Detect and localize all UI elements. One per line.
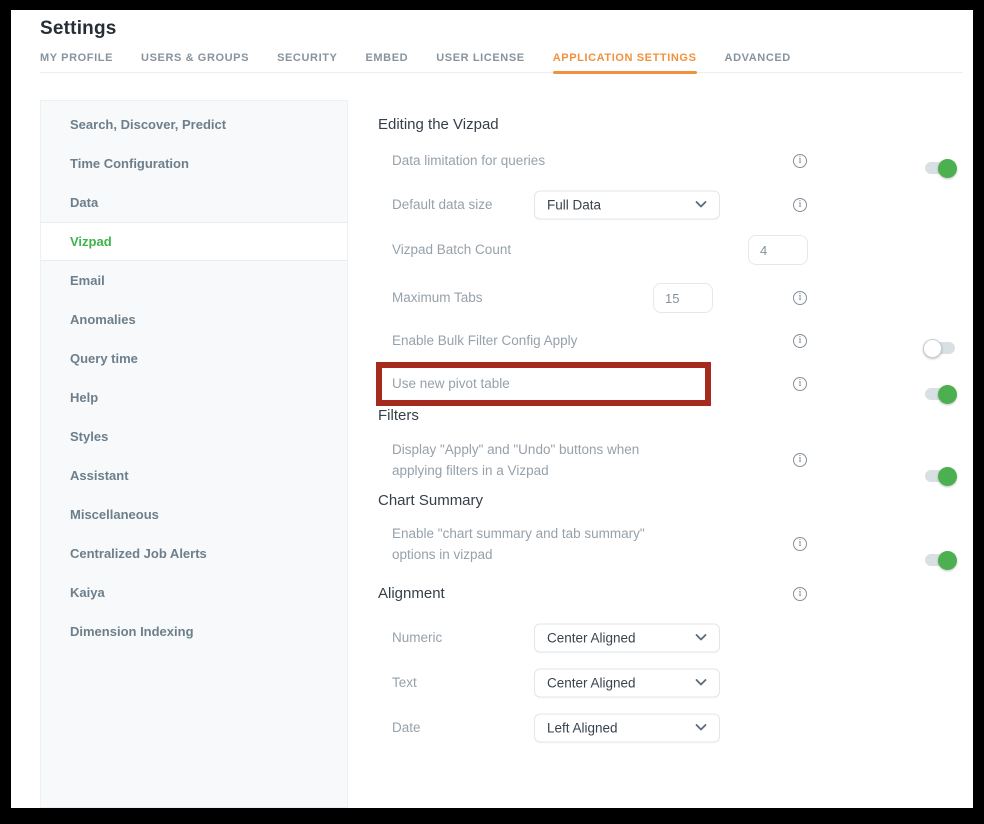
setting-label: Enable Bulk Filter Config Apply xyxy=(378,330,654,352)
setting-label: Maximum Tabs xyxy=(378,287,654,309)
sidebar-item-time-configuration[interactable]: Time Configuration xyxy=(41,144,347,183)
setting-row-apply-undo-buttons: Display "Apply" and "Undo" buttons when … xyxy=(378,438,830,482)
sidebar-item-help[interactable]: Help xyxy=(41,378,347,417)
settings-sidebar: Search, Discover, Predict Time Configura… xyxy=(40,100,348,808)
tab-advanced[interactable]: ADVANCED xyxy=(725,46,791,73)
info-icon[interactable] xyxy=(793,154,807,168)
chevron-down-icon xyxy=(695,679,707,687)
vizpad-batch-count-input[interactable] xyxy=(748,235,808,265)
setting-row-numeric-alignment: Numeric Center Aligned xyxy=(378,623,830,652)
sidebar-item-email[interactable]: Email xyxy=(41,261,347,300)
sidebar-item-assistant[interactable]: Assistant xyxy=(41,456,347,495)
info-icon[interactable] xyxy=(793,537,807,551)
selected-value: Left Aligned xyxy=(547,720,618,735)
pivot-table-toggle[interactable] xyxy=(925,388,955,400)
section-heading-chart-summary: Chart Summary xyxy=(378,492,483,509)
selected-value: Full Data xyxy=(547,197,601,212)
info-icon[interactable] xyxy=(793,334,807,348)
info-icon[interactable] xyxy=(793,453,807,467)
setting-label: Enable "chart summary and tab summary" o… xyxy=(378,523,654,566)
sidebar-item-dimension-indexing[interactable]: Dimension Indexing xyxy=(41,612,347,651)
selected-value: Center Aligned xyxy=(547,630,636,645)
info-icon[interactable] xyxy=(793,377,807,391)
setting-label: Display "Apply" and "Undo" buttons when … xyxy=(378,439,654,482)
tab-users-groups[interactable]: USERS & GROUPS xyxy=(141,46,249,73)
section-heading-editing-the-vizpad: Editing the Vizpad xyxy=(378,116,499,133)
tab-my-profile[interactable]: MY PROFILE xyxy=(40,46,113,73)
chart-summary-toggle[interactable] xyxy=(925,554,955,566)
toggle-knob xyxy=(923,339,942,358)
setting-label: Vizpad Batch Count xyxy=(378,239,654,261)
setting-row-data-limitation: Data limitation for queries xyxy=(378,148,830,174)
tab-security[interactable]: SECURITY xyxy=(277,46,337,73)
section-heading-alignment: Alignment xyxy=(378,585,445,602)
sidebar-item-miscellaneous[interactable]: Miscellaneous xyxy=(41,495,347,534)
default-data-size-select[interactable]: Full Data xyxy=(534,190,720,219)
setting-label: Data limitation for queries xyxy=(378,150,654,172)
info-icon[interactable] xyxy=(793,198,807,212)
page-title: Settings xyxy=(40,18,117,40)
sidebar-item-centralized-job-alerts[interactable]: Centralized Job Alerts xyxy=(41,534,347,573)
tab-user-license[interactable]: USER LICENSE xyxy=(436,46,525,73)
setting-row-chart-summary-enable: Enable "chart summary and tab summary" o… xyxy=(378,522,830,566)
selected-value: Center Aligned xyxy=(547,675,636,690)
text-alignment-select[interactable]: Center Aligned xyxy=(534,668,720,697)
date-alignment-select[interactable]: Left Aligned xyxy=(534,713,720,742)
bulk-filter-toggle[interactable] xyxy=(925,342,955,354)
section-heading-filters: Filters xyxy=(378,407,419,424)
maximum-tabs-input[interactable] xyxy=(653,283,713,313)
sidebar-item-search-discover-predict[interactable]: Search, Discover, Predict xyxy=(41,105,347,144)
setting-label: Use new pivot table xyxy=(378,373,654,395)
settings-page: Settings MY PROFILE USERS & GROUPS SECUR… xyxy=(11,10,973,808)
sidebar-item-vizpad[interactable]: Vizpad xyxy=(41,222,347,261)
chevron-down-icon xyxy=(695,201,707,209)
toggle-knob xyxy=(938,467,957,486)
setting-row-text-alignment: Text Center Aligned xyxy=(378,668,830,697)
setting-row-use-new-pivot-table: Use new pivot table xyxy=(378,368,830,400)
sidebar-item-styles[interactable]: Styles xyxy=(41,417,347,456)
sidebar-item-anomalies[interactable]: Anomalies xyxy=(41,300,347,339)
sidebar-item-data[interactable]: Data xyxy=(41,183,347,222)
tab-embed[interactable]: EMBED xyxy=(365,46,408,73)
setting-row-maximum-tabs: Maximum Tabs xyxy=(378,283,830,313)
sidebar-item-kaiya[interactable]: Kaiya xyxy=(41,573,347,612)
info-icon[interactable] xyxy=(793,291,807,305)
setting-row-bulk-filter-config: Enable Bulk Filter Config Apply xyxy=(378,328,830,354)
info-icon[interactable] xyxy=(793,587,807,601)
chevron-down-icon xyxy=(695,724,707,732)
settings-tabbar: MY PROFILE USERS & GROUPS SECURITY EMBED… xyxy=(40,46,963,73)
setting-row-default-data-size: Default data size Full Data xyxy=(378,190,830,219)
toggle-knob xyxy=(938,385,957,404)
chevron-down-icon xyxy=(695,634,707,642)
toggle-knob xyxy=(938,551,957,570)
setting-row-date-alignment: Date Left Aligned xyxy=(378,713,830,742)
toggle-knob xyxy=(938,159,957,178)
apply-undo-toggle[interactable] xyxy=(925,470,955,482)
numeric-alignment-select[interactable]: Center Aligned xyxy=(534,623,720,652)
sidebar-item-query-time[interactable]: Query time xyxy=(41,339,347,378)
tab-application-settings[interactable]: APPLICATION SETTINGS xyxy=(553,46,697,73)
vizpad-settings-panel: Editing the Vizpad Data limitation for q… xyxy=(378,100,830,760)
data-limitation-toggle[interactable] xyxy=(925,162,955,174)
setting-row-vizpad-batch-count: Vizpad Batch Count xyxy=(378,235,830,265)
